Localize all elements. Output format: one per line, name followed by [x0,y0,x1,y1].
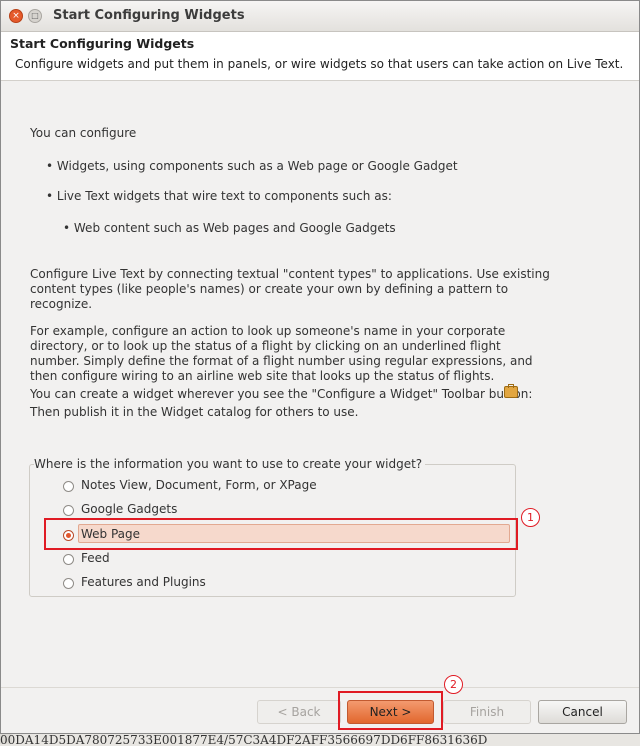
button-bar-divider [1,687,639,688]
window-title: Start Configuring Widgets [53,8,245,23]
bullet-live-text: • Live Text widgets that wire text to co… [46,189,392,203]
radio-button[interactable] [63,554,74,565]
page-description: Configure widgets and put them in panels… [15,57,624,71]
para2-line1: For example, configure an action to look… [30,324,506,338]
briefcase-icon [504,384,518,398]
radio-label: Features and Plugins [81,575,206,589]
background-hash-text: 00DA14D5DA780725733E001877E4/57C3A4DF2AF… [0,734,488,746]
maximize-icon[interactable]: □ [28,9,42,23]
radio-label: Feed [81,551,110,565]
para1-line1: Configure Live Text by connecting textua… [30,267,550,281]
para1-line2: content types (like people's names) or c… [30,282,509,296]
subbullet-web-content: • Web content such as Web pages and Goog… [63,221,396,235]
bullet-widgets: • Widgets, using components such as a We… [46,159,458,173]
cancel-button[interactable]: Cancel [538,700,627,724]
para1-line3: recognize. [30,297,93,311]
wizard-dialog: × □ Start Configuring Widgets Start Conf… [0,0,640,734]
wizard-header: Start Configuring Widgets Configure widg… [1,32,639,81]
radio-button[interactable] [63,505,74,516]
close-icon[interactable]: × [9,9,23,23]
finish-button[interactable]: Finish [443,700,531,724]
para3-line1: You can create a widget wherever you see… [30,387,533,401]
radio-label: Google Gadgets [81,502,178,516]
radio-button[interactable] [63,578,74,589]
para2-line2: directory, or to look up the status of a… [30,339,501,353]
annotation-badge-2: 2 [444,675,463,694]
annotation-badge-1: 1 [521,508,540,527]
intro-text: You can configure [30,126,137,140]
para2-line4: then configure wiring to an airline web … [30,369,495,383]
source-group-label: Where is the information you want to use… [34,457,426,471]
page-title: Start Configuring Widgets [10,36,195,51]
para2-line3: number. Simply define the format of a fl… [30,354,533,368]
back-button[interactable]: < Back [257,700,341,724]
annotation-highlight-2 [338,691,443,730]
para3-line2: Then publish it in the Widget catalog fo… [30,405,359,419]
title-bar[interactable]: × □ Start Configuring Widgets [1,1,639,32]
annotation-highlight-1 [44,518,518,550]
radio-label: Notes View, Document, Form, or XPage [81,478,317,492]
radio-button[interactable] [63,481,74,492]
